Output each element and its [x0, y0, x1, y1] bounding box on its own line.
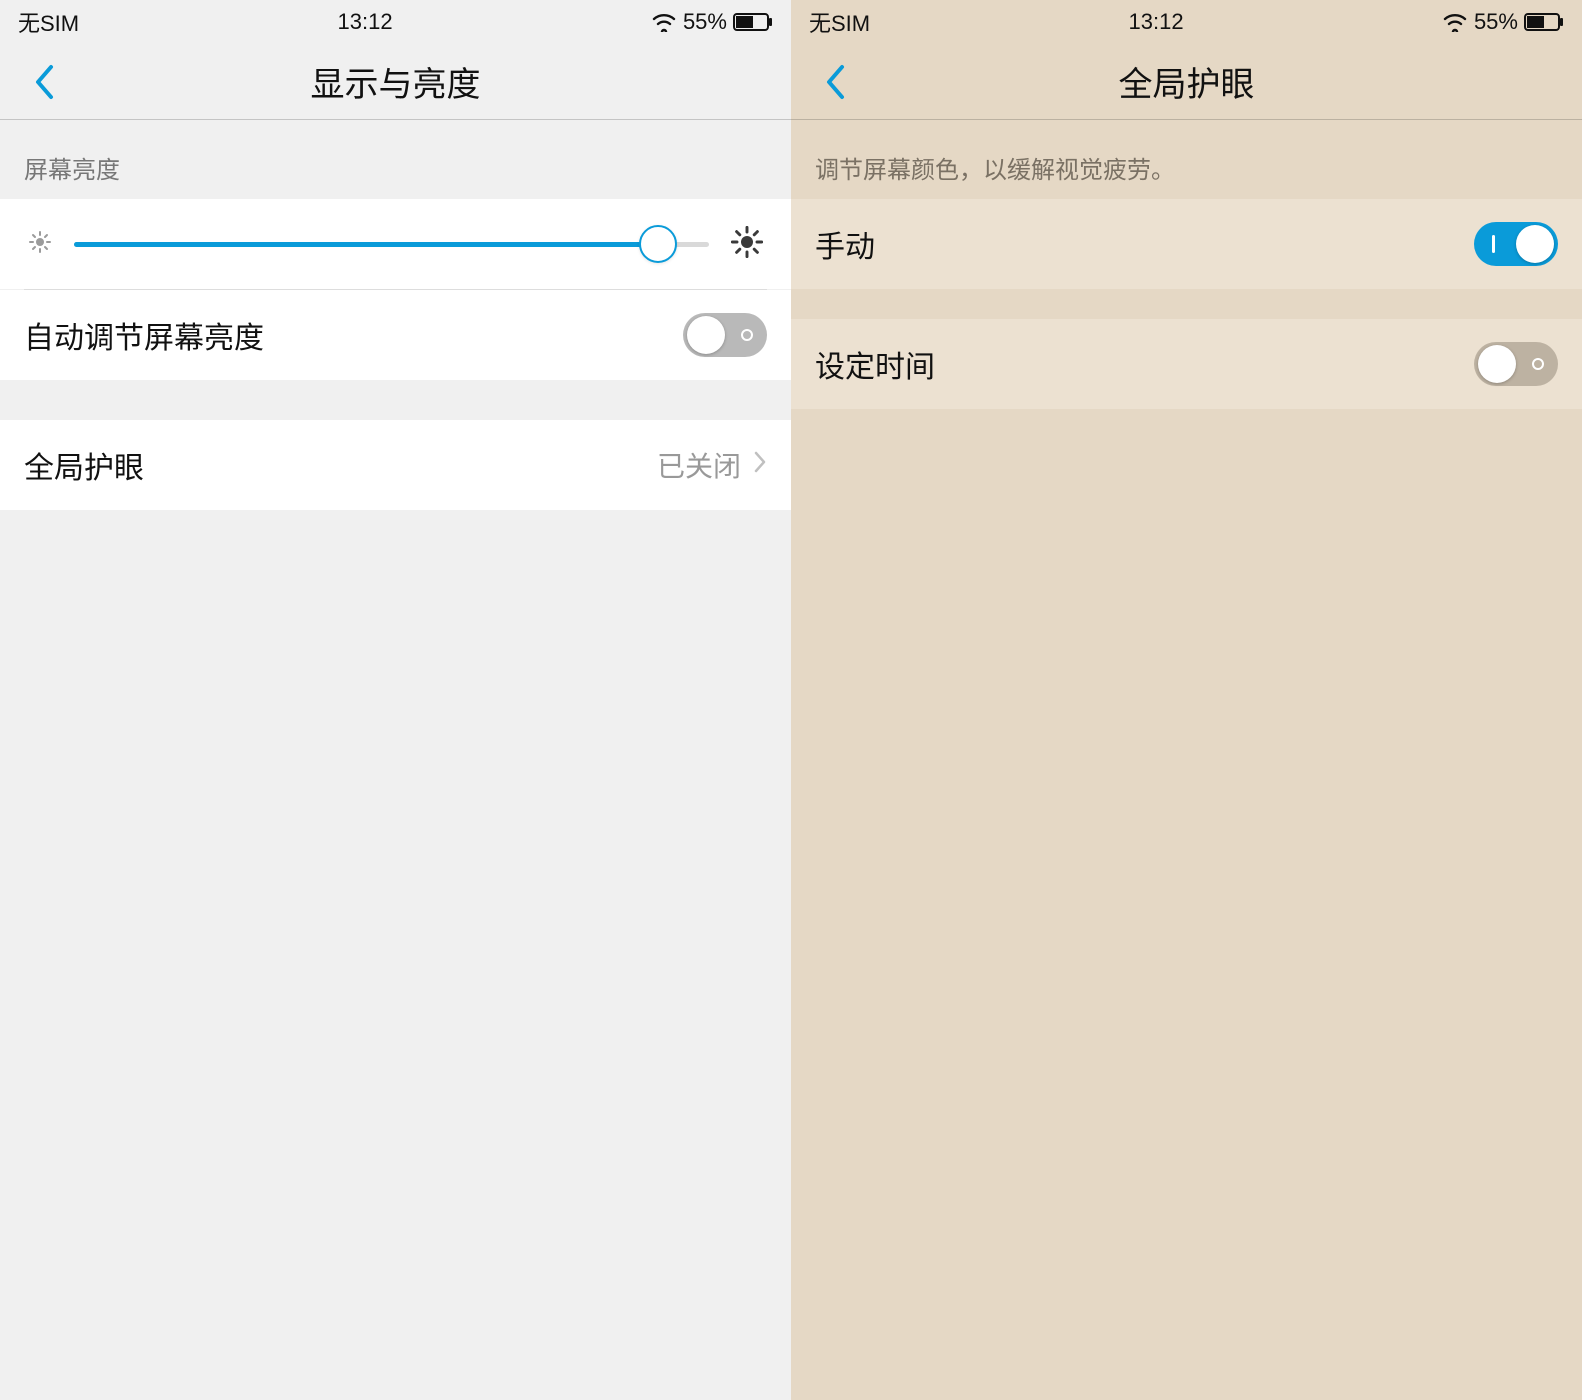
- page-title: 显示与亮度: [0, 57, 791, 106]
- status-bar: 无SIM 13:12 55%: [791, 0, 1582, 44]
- auto-brightness-toggle[interactable]: [683, 313, 767, 357]
- brightness-slider[interactable]: [74, 224, 709, 264]
- status-right: 55%: [651, 9, 773, 35]
- section-gap: [791, 289, 1582, 319]
- slider-thumb[interactable]: [639, 225, 677, 263]
- section-label-brightness: 屏幕亮度: [0, 120, 791, 199]
- wifi-icon: [651, 12, 677, 32]
- battery-icon: [1524, 13, 1564, 31]
- wifi-icon: [1442, 12, 1468, 32]
- manual-label: 手动: [815, 222, 875, 266]
- back-button[interactable]: [815, 62, 855, 102]
- toggle-knob: [687, 316, 725, 354]
- page-title: 全局护眼: [791, 57, 1582, 106]
- brightness-slider-row: [0, 199, 791, 289]
- sun-small-icon: [28, 230, 52, 259]
- toggle-on-indicator-icon: [1492, 235, 1495, 253]
- chevron-right-icon: [753, 448, 767, 482]
- section-gap: [0, 380, 791, 420]
- auto-brightness-label: 自动调节屏幕亮度: [24, 313, 264, 357]
- row-auto-brightness[interactable]: 自动调节屏幕亮度: [0, 290, 791, 380]
- status-bar: 无SIM 13:12 55%: [0, 0, 791, 44]
- nav-bar: 全局护眼: [791, 44, 1582, 120]
- status-time: 13:12: [338, 9, 393, 35]
- nav-bar: 显示与亮度: [0, 44, 791, 120]
- blank-area: [0, 510, 791, 1400]
- chevron-left-icon: [33, 64, 55, 100]
- toggle-knob: [1516, 225, 1554, 263]
- toggle-off-indicator-icon: [1532, 358, 1544, 370]
- eye-care-label: 全局护眼: [24, 443, 144, 487]
- status-time: 13:12: [1129, 9, 1184, 35]
- eye-care-value: 已关闭: [657, 445, 741, 485]
- chevron-left-icon: [824, 64, 846, 100]
- screen-eye-care: 无SIM 13:12 55% 全局护眼 调节屏幕颜色，以缓解视觉疲劳。 手动 设…: [791, 0, 1582, 1400]
- status-right: 55%: [1442, 9, 1564, 35]
- status-sim: 无SIM: [809, 6, 870, 38]
- manual-toggle[interactable]: [1474, 222, 1558, 266]
- slider-fill: [74, 242, 658, 247]
- slider-track: [74, 242, 709, 247]
- back-button[interactable]: [24, 62, 64, 102]
- row-eye-care[interactable]: 全局护眼 已关闭: [0, 420, 791, 510]
- status-battery-text: 55%: [1474, 9, 1518, 35]
- status-sim: 无SIM: [18, 6, 79, 38]
- blank-area: [791, 409, 1582, 1400]
- row-manual[interactable]: 手动: [791, 199, 1582, 289]
- screen-display-brightness: 无SIM 13:12 55% 显示与亮度 屏幕亮度: [0, 0, 791, 1400]
- row-schedule[interactable]: 设定时间: [791, 319, 1582, 409]
- toggle-knob: [1478, 345, 1516, 383]
- schedule-label: 设定时间: [815, 342, 935, 386]
- sun-large-icon: [731, 226, 763, 263]
- toggle-off-indicator-icon: [741, 329, 753, 341]
- battery-icon: [733, 13, 773, 31]
- status-battery-text: 55%: [683, 9, 727, 35]
- eye-care-description: 调节屏幕颜色，以缓解视觉疲劳。: [791, 120, 1582, 199]
- schedule-toggle[interactable]: [1474, 342, 1558, 386]
